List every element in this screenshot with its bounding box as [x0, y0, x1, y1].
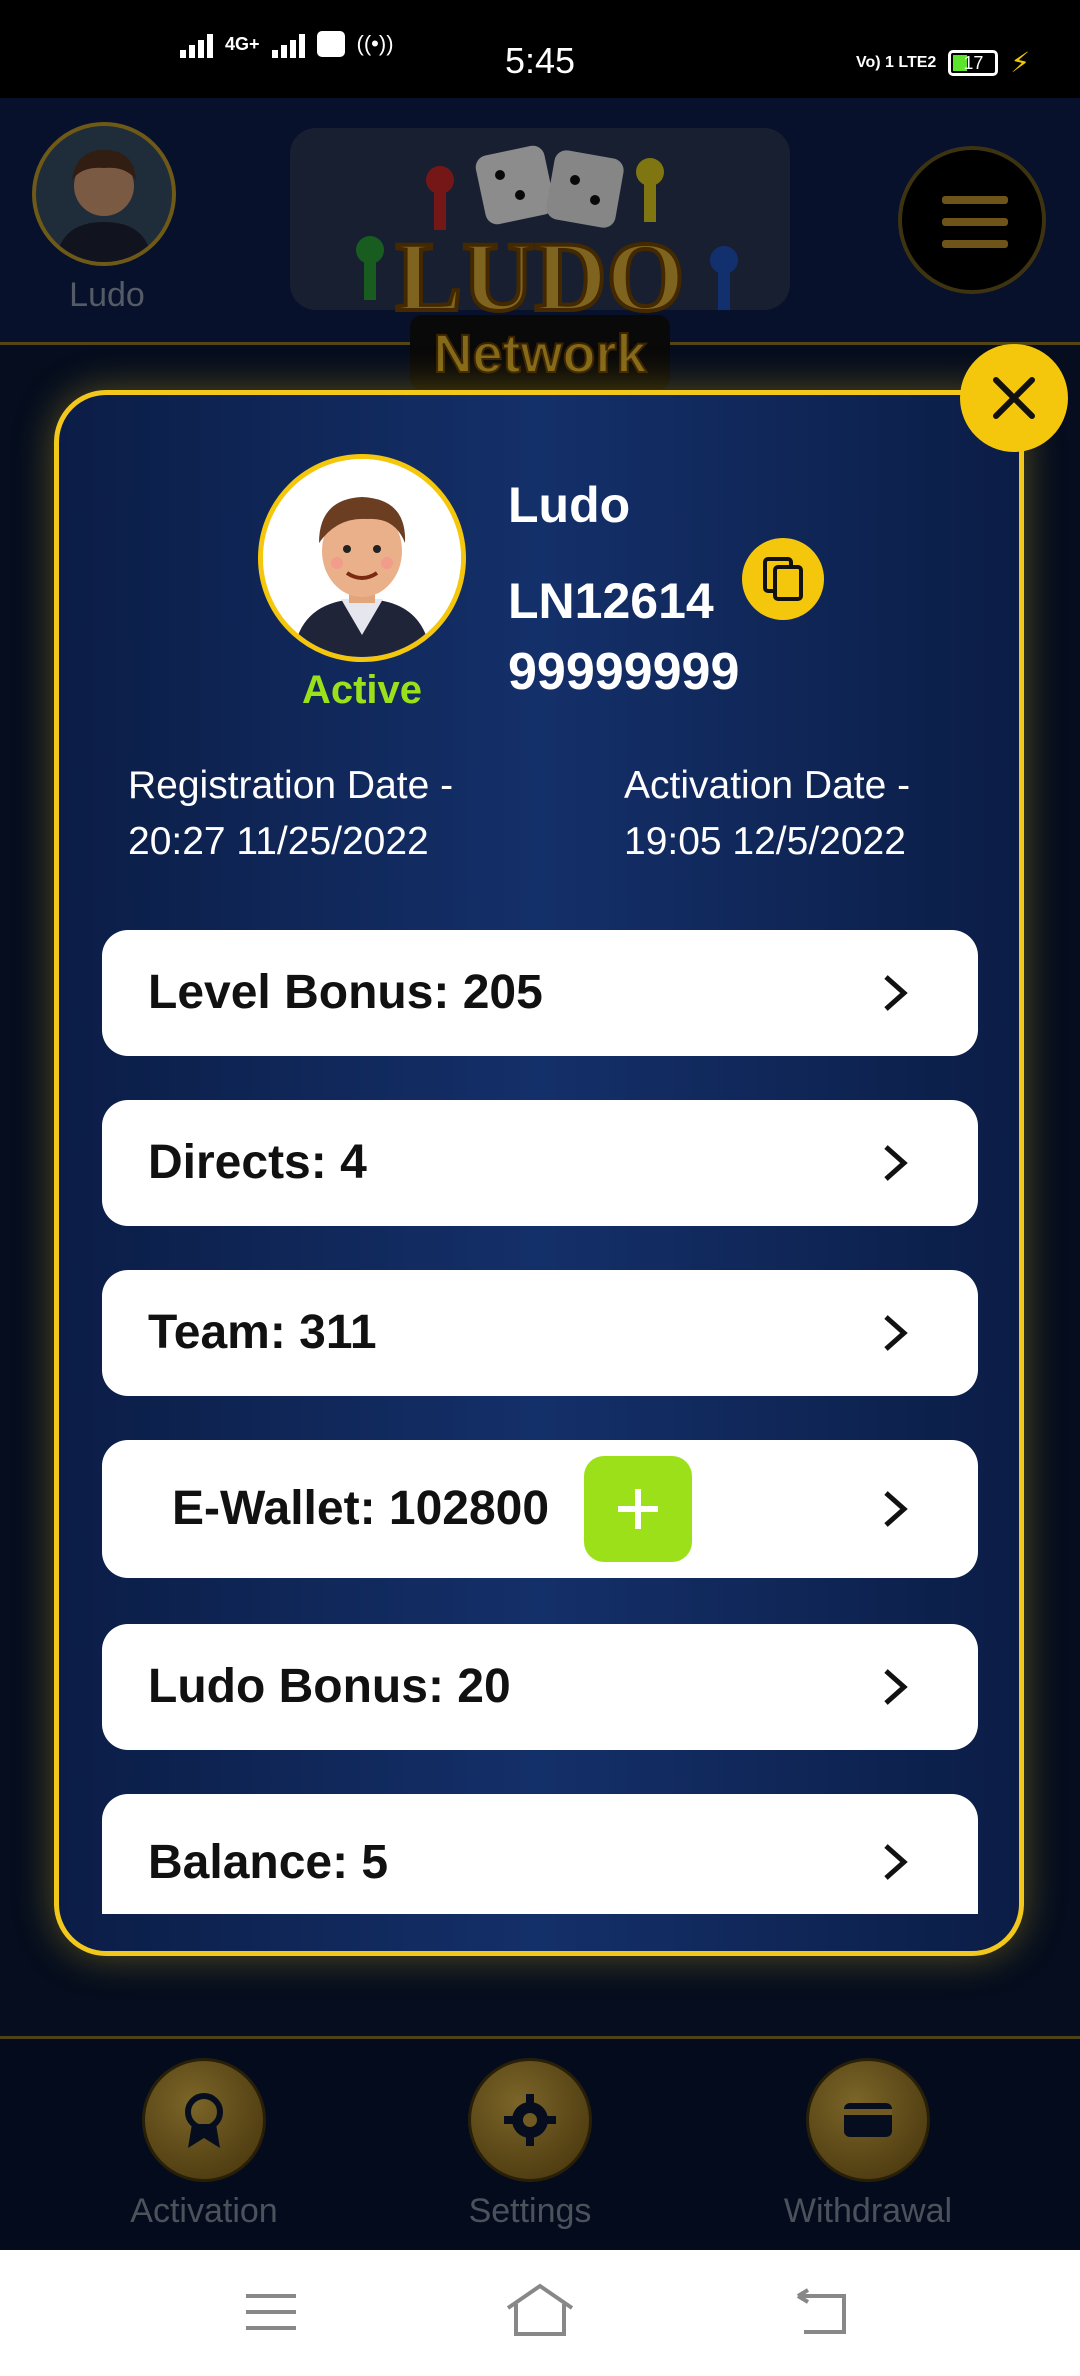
- recents-icon[interactable]: [244, 2290, 298, 2334]
- copy-icon: [763, 557, 803, 601]
- row-directs[interactable]: Directs: 4: [102, 1100, 978, 1226]
- status-bar: 4G+ ((•)) 5:45 Vo) 1 LTE2 17 ⚡: [0, 0, 1080, 98]
- row-label: Directs: 4: [148, 1136, 367, 1189]
- profile-avatar: [258, 454, 466, 662]
- row-label: Balance: 5: [148, 1836, 389, 1889]
- registration-date: Registration Date - 20:27 11/25/2022: [128, 758, 453, 870]
- chevron-right-icon: [884, 975, 908, 1011]
- home-icon[interactable]: [504, 2282, 576, 2338]
- chevron-right-icon: [884, 1669, 908, 1705]
- chevron-right-icon: [884, 1844, 908, 1880]
- chevron-right-icon: [884, 1315, 908, 1351]
- system-nav-bar: [0, 2250, 1080, 2376]
- back-icon[interactable]: [794, 2288, 850, 2336]
- plus-icon: [618, 1489, 658, 1529]
- user-id: LN12614: [508, 573, 714, 629]
- add-funds-button[interactable]: [584, 1456, 692, 1562]
- copy-id-button[interactable]: [742, 538, 824, 620]
- volte-indicator: Vo) 1 LTE2: [856, 53, 937, 71]
- registration-date-value: 20:27 11/25/2022: [128, 820, 429, 863]
- battery-icon: 17: [948, 49, 999, 76]
- chevron-right-icon: [884, 1491, 908, 1527]
- user-name: Ludo: [508, 477, 631, 533]
- registration-date-label: Registration Date -: [128, 764, 454, 807]
- row-level-bonus[interactable]: Level Bonus: 205: [102, 930, 978, 1056]
- user-phone: 99999999: [508, 643, 740, 701]
- activation-date-label: Activation Date -: [624, 764, 911, 807]
- activation-date: Activation Date - 19:05 12/5/2022: [624, 758, 910, 870]
- row-label: Ludo Bonus: 20: [148, 1660, 511, 1713]
- row-label: Level Bonus: 205: [148, 966, 543, 1019]
- row-e-wallet[interactable]: E-Wallet: 102800: [102, 1440, 978, 1578]
- status-badge: Active: [301, 668, 423, 712]
- battery-level: 17: [963, 52, 984, 73]
- row-ludo-bonus[interactable]: Ludo Bonus: 20: [102, 1624, 978, 1750]
- row-balance[interactable]: Balance: 5: [102, 1794, 978, 1914]
- activation-date-value: 19:05 12/5/2022: [624, 820, 906, 863]
- close-button[interactable]: [960, 344, 1068, 452]
- row-label: Team: 311: [148, 1306, 377, 1359]
- charging-icon: ⚡: [1010, 47, 1030, 78]
- close-icon: [993, 377, 1035, 419]
- chevron-right-icon: [884, 1145, 908, 1181]
- row-team[interactable]: Team: 311: [102, 1270, 978, 1396]
- row-label: E-Wallet: 102800: [172, 1482, 550, 1535]
